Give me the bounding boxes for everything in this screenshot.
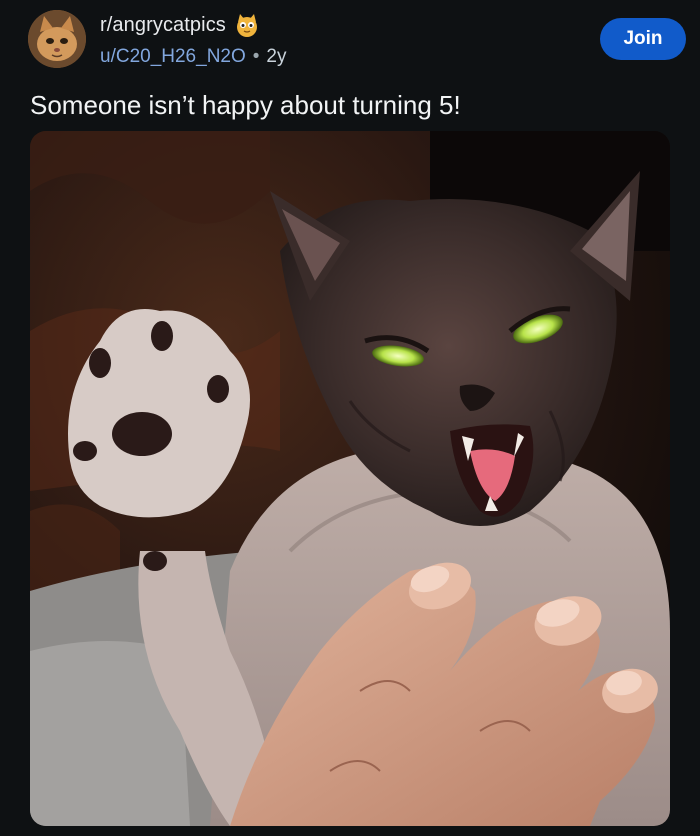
separator-dot: • (252, 46, 260, 67)
subreddit-row: r/angrycatpics (100, 12, 287, 38)
post-image[interactable] (30, 131, 670, 826)
post-age: 2y (266, 46, 287, 67)
subreddit-name[interactable]: r/angrycatpics (100, 14, 226, 37)
join-button[interactable]: Join (600, 18, 686, 60)
hairless-cat-photo (30, 131, 670, 826)
post-card: r/angrycatpics u/C20_H26_N2O • 2y Join S… (0, 0, 700, 836)
author-link[interactable]: u/C20_H26_N2O (100, 46, 246, 68)
cat-avatar-icon (28, 10, 86, 68)
cat-face-icon (234, 12, 260, 38)
post-meta: r/angrycatpics u/C20_H26_N2O • 2y (100, 12, 287, 70)
author-row: u/C20_H26_N2O • 2y (100, 44, 287, 70)
subreddit-avatar[interactable] (28, 10, 86, 68)
post-header: r/angrycatpics u/C20_H26_N2O • 2y Join (0, 0, 700, 78)
post-title[interactable]: Someone isn’t happy about turning 5! (30, 88, 680, 122)
